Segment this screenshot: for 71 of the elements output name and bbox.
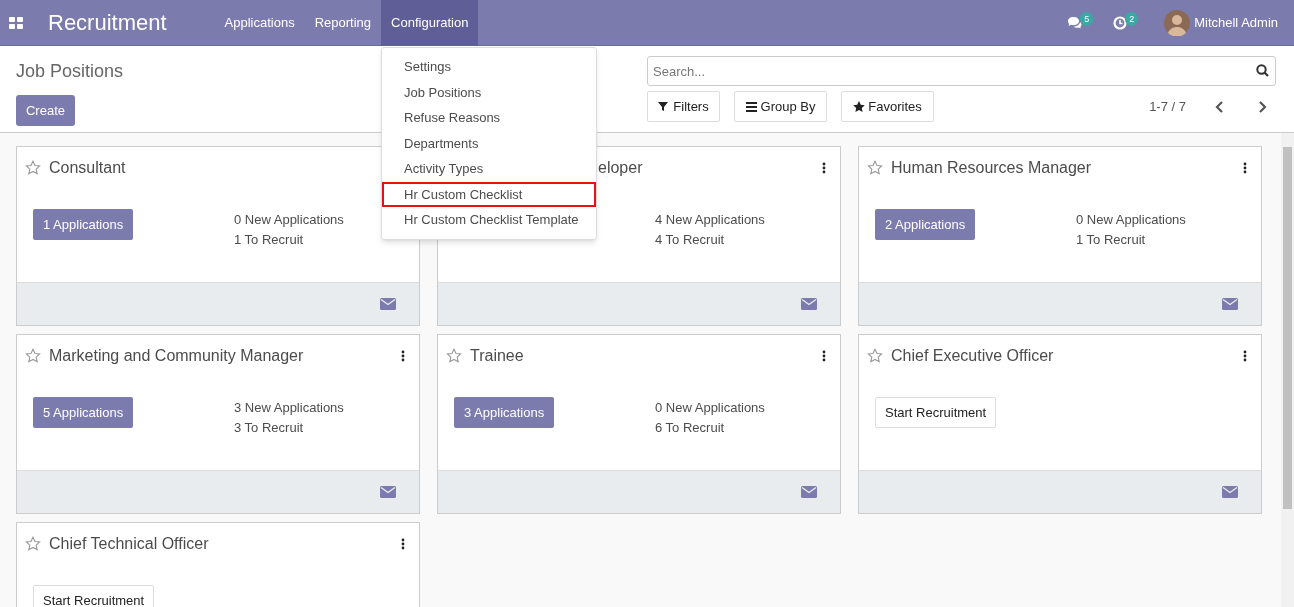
card-title: Trainee	[470, 346, 525, 366]
menu-tab[interactable]: Reporting	[304, 0, 382, 46]
new-applications-link[interactable]: 3 New Applications	[234, 398, 344, 418]
to-recruit-link[interactable]: 6 To Recruit	[655, 418, 765, 438]
kebab-menu-icon[interactable]	[1243, 162, 1247, 174]
new-applications-link[interactable]: 0 New Applications	[234, 210, 344, 230]
star-icon[interactable]	[867, 348, 883, 364]
filter-button[interactable]: Group By	[734, 91, 827, 122]
kebab-menu-icon[interactable]	[822, 162, 826, 174]
dropdown-item[interactable]: Hr Custom Checklist	[382, 181, 596, 207]
card-title: Chief Executive Officer	[891, 346, 1055, 366]
star-icon[interactable]	[446, 348, 462, 364]
dropdown-item[interactable]: Refuse Reasons	[382, 105, 596, 131]
to-recruit-link[interactable]: 1 To Recruit	[234, 230, 344, 250]
star-icon[interactable]	[25, 348, 41, 364]
star-icon	[853, 100, 866, 113]
dropdown-item[interactable]: Hr Custom Checklist Template	[382, 207, 596, 233]
envelope-icon[interactable]	[380, 298, 396, 310]
applications-button[interactable]: 2 Applications	[875, 209, 976, 240]
user-name[interactable]: Mitchell Admin	[1194, 12, 1278, 33]
notification-badge: 2	[1125, 11, 1139, 26]
to-recruit-link[interactable]: 3 To Recruit	[234, 418, 344, 438]
card-title: Human Resources Manager	[891, 158, 1093, 178]
applications-button[interactable]: 1 Applications	[33, 209, 134, 240]
card-title: Marketing and Community Manager	[49, 346, 305, 366]
filter-button[interactable]: Filters	[647, 91, 720, 122]
create-button[interactable]: Create	[16, 95, 75, 126]
search-field[interactable]: Search...	[647, 56, 1276, 86]
card-title: eloper	[598, 158, 644, 178]
dropdown-item[interactable]: Settings	[382, 54, 596, 80]
list-icon	[745, 100, 758, 113]
envelope-icon[interactable]	[1222, 298, 1238, 310]
filter-button[interactable]: Favorites	[841, 91, 934, 122]
kebab-menu-icon[interactable]	[1243, 350, 1247, 362]
star-icon[interactable]	[25, 536, 41, 552]
star-icon[interactable]	[867, 160, 883, 176]
envelope-icon[interactable]	[801, 298, 817, 310]
envelope-icon[interactable]	[1222, 486, 1238, 498]
star-icon[interactable]	[25, 160, 41, 176]
search-icon	[1256, 64, 1269, 77]
kebab-menu-icon[interactable]	[401, 350, 405, 362]
notification-badge: 5	[1080, 11, 1094, 26]
apps-menu-icon[interactable]	[9, 16, 23, 29]
card-title: Chief Technical Officer	[49, 534, 210, 554]
kebab-menu-icon[interactable]	[822, 350, 826, 362]
new-applications-link[interactable]: 4 New Applications	[655, 210, 765, 230]
envelope-icon[interactable]	[380, 486, 396, 498]
clock-icon[interactable]	[1113, 15, 1128, 30]
chat-icon[interactable]	[1067, 16, 1083, 29]
new-applications-link[interactable]: 0 New Applications	[655, 398, 765, 418]
start-recruitment-button[interactable]: Start Recruitment	[875, 397, 997, 428]
card-title: Consultant	[49, 158, 127, 178]
page-title: Job Positions	[16, 60, 124, 83]
applications-button[interactable]: 5 Applications	[33, 397, 134, 428]
menu-tab[interactable]: Applications	[214, 0, 305, 46]
dropdown-item[interactable]: Departments	[382, 130, 596, 156]
to-recruit-link[interactable]: 4 To Recruit	[655, 230, 765, 250]
scrollbar[interactable]	[1281, 133, 1294, 607]
kebab-menu-icon[interactable]	[401, 538, 405, 550]
dropdown-item[interactable]: Activity Types	[382, 156, 596, 182]
filter-icon	[658, 100, 671, 113]
applications-button[interactable]: 3 Applications	[454, 397, 555, 428]
avatar-icon[interactable]	[1164, 9, 1191, 36]
app-title: Recruitment	[48, 9, 167, 37]
dropdown-item[interactable]: Job Positions	[382, 79, 596, 105]
new-applications-link[interactable]: 0 New Applications	[1076, 210, 1186, 230]
menu-tab[interactable]: Configuration	[381, 0, 479, 46]
pager-value: 1-7 / 7	[1149, 97, 1186, 116]
envelope-icon[interactable]	[801, 486, 817, 498]
start-recruitment-button[interactable]: Start Recruitment	[33, 585, 155, 607]
to-recruit-link[interactable]: 1 To Recruit	[1076, 230, 1186, 250]
